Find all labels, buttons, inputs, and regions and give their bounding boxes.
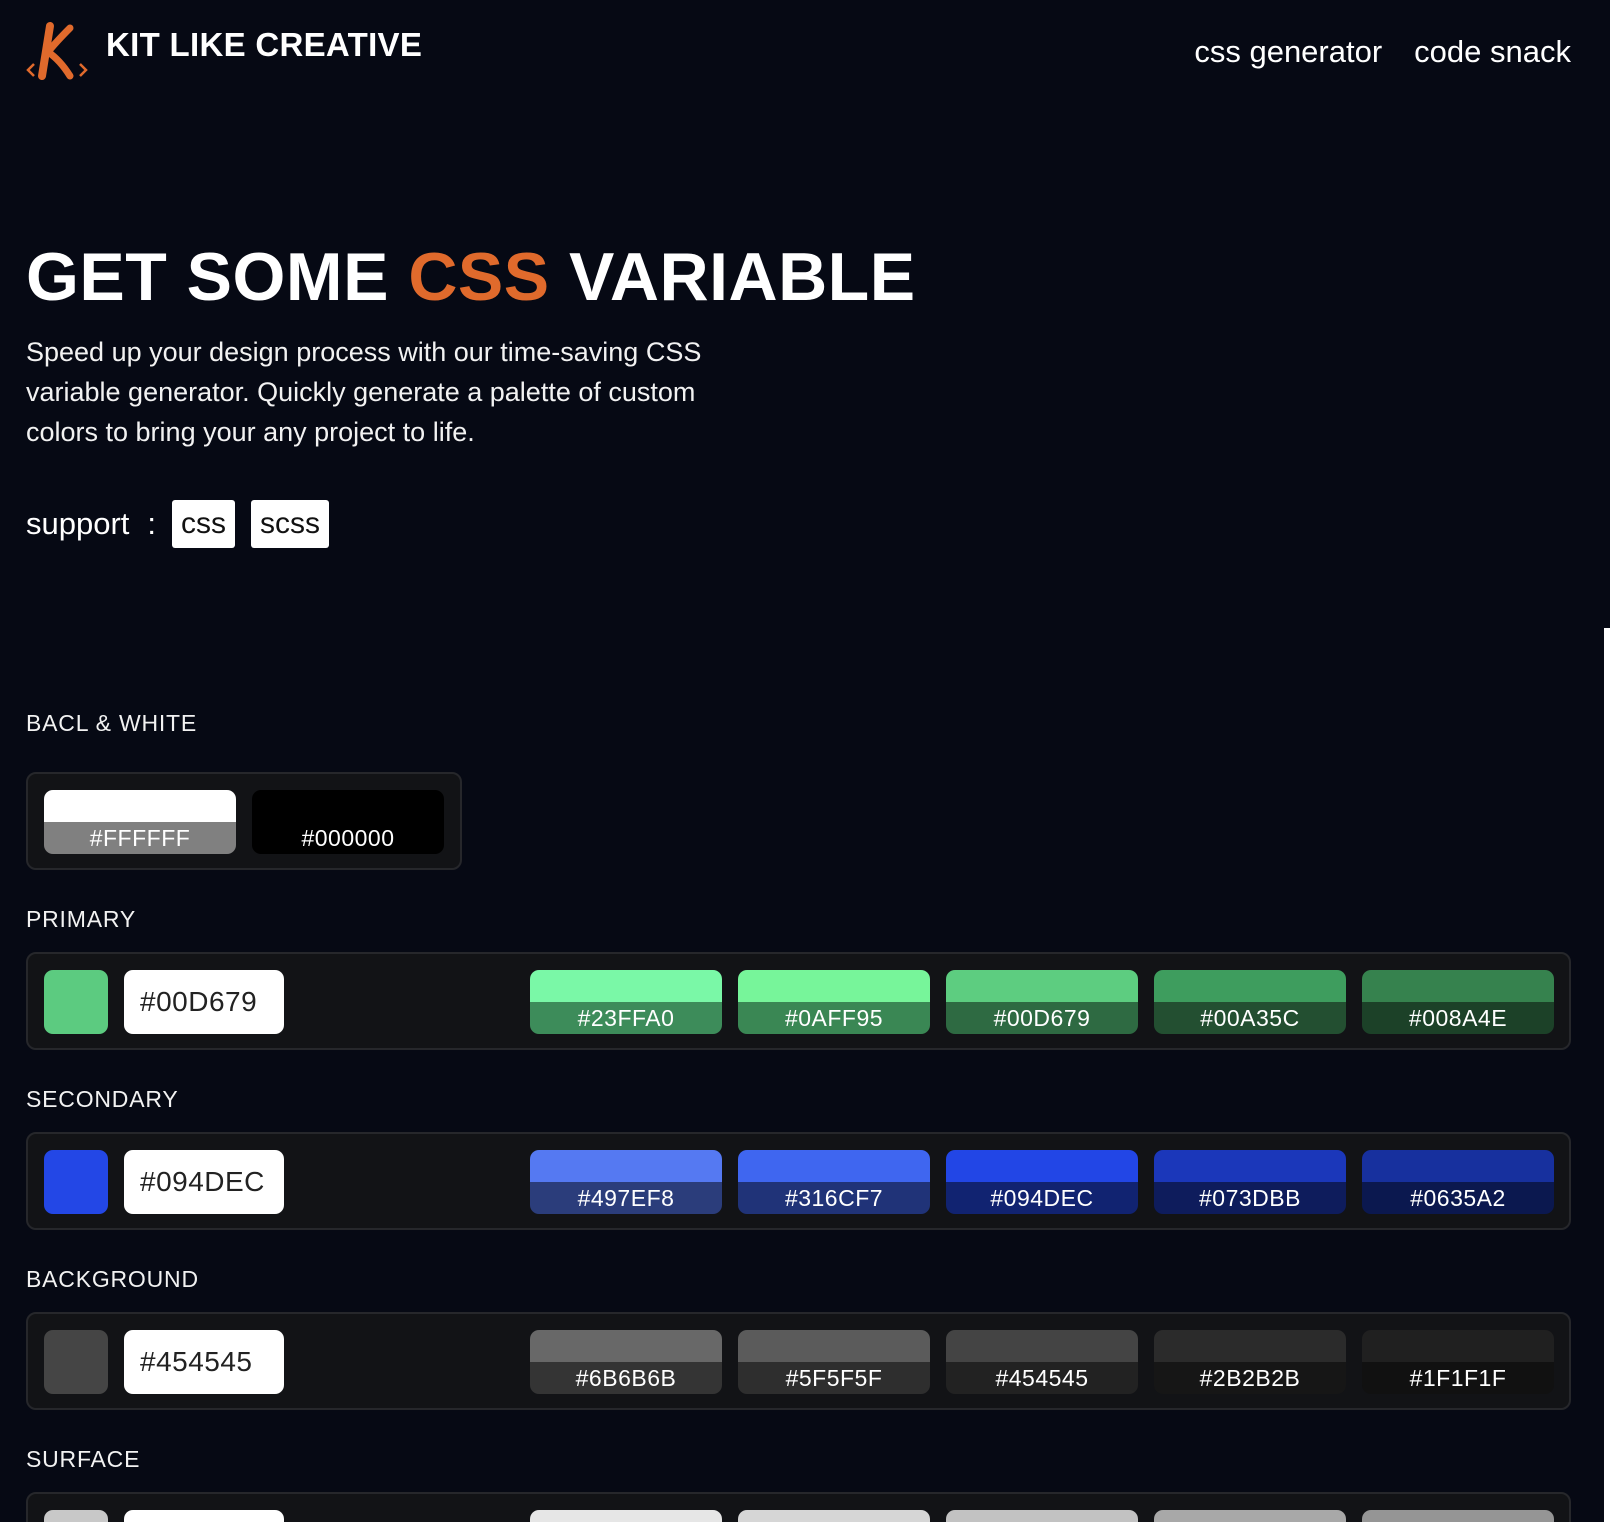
- palette-panel-black-white: #FFFFFF #000000: [26, 772, 462, 870]
- swatch-top: [1362, 1510, 1554, 1522]
- swatch-label: #2B2B2B: [1154, 1362, 1346, 1394]
- site-header: KIT LIKE CREATIVE css generator code sna…: [26, 20, 1571, 90]
- base-color-preview[interactable]: [44, 1330, 108, 1394]
- support-scss-chip[interactable]: scss: [251, 500, 330, 548]
- swatch-top: [738, 970, 930, 1002]
- base-color-preview[interactable]: [44, 1510, 108, 1522]
- base-color-preview[interactable]: [44, 970, 108, 1034]
- swatch-label: #0AFF95: [738, 1002, 930, 1034]
- section-title-secondary: SECONDARY: [26, 1086, 179, 1112]
- top-nav: css generator code snack: [1194, 34, 1571, 70]
- section-title-black-white: BACL & WHITE: [26, 710, 198, 736]
- swatch-top: [946, 1150, 1138, 1182]
- color-swatch[interactable]: #454545: [946, 1330, 1138, 1394]
- color-swatch[interactable]: #1F1F1F: [1362, 1330, 1554, 1394]
- color-swatch[interactable]: #094DEC: [946, 1150, 1138, 1214]
- swatch-top: [946, 1510, 1138, 1522]
- swatch-top: [1154, 1510, 1346, 1522]
- color-swatch[interactable]: #497EF8: [530, 1150, 722, 1214]
- color-swatch[interactable]: #00A35C: [1154, 970, 1346, 1034]
- palette-panel-background: #454545 #6B6B6B #5F5F5F #454545 #2B2B2B …: [26, 1312, 1571, 1410]
- swatch-label: #497EF8: [530, 1182, 722, 1214]
- color-swatch[interactable]: [1362, 1510, 1554, 1522]
- swatch-top: [530, 970, 722, 1002]
- swatch-top: [1154, 970, 1346, 1002]
- swatch-top: [738, 1510, 930, 1522]
- color-swatch[interactable]: #2B2B2B: [1154, 1330, 1346, 1394]
- swatch-top: [252, 790, 444, 822]
- swatch-label: #6B6B6B: [530, 1362, 722, 1394]
- swatch-label: #008A4E: [1362, 1002, 1554, 1034]
- nav-code-snack[interactable]: code snack: [1414, 34, 1571, 70]
- hero-title: GET SOME CSS VARIABLE: [26, 240, 916, 314]
- color-swatch[interactable]: #000000: [252, 790, 444, 854]
- hex-input-primary[interactable]: #00D679: [124, 970, 284, 1034]
- color-swatch[interactable]: #00D679: [946, 970, 1138, 1034]
- hero-title-accent: CSS: [408, 239, 550, 315]
- color-swatch[interactable]: [1154, 1510, 1346, 1522]
- color-swatch[interactable]: #008A4E: [1362, 970, 1554, 1034]
- color-swatch[interactable]: #073DBB: [1154, 1150, 1346, 1214]
- support-label: support: [26, 506, 130, 541]
- swatch-label: #1F1F1F: [1362, 1362, 1554, 1394]
- color-swatch[interactable]: [738, 1510, 930, 1522]
- color-swatch[interactable]: #6B6B6B: [530, 1330, 722, 1394]
- support-colon: :: [147, 506, 157, 541]
- color-swatch[interactable]: #0635A2: [1362, 1150, 1554, 1214]
- color-swatch[interactable]: #316CF7: [738, 1150, 930, 1214]
- color-swatch[interactable]: #FFFFFF: [44, 790, 236, 854]
- page-scrollbar[interactable]: [1604, 628, 1610, 1522]
- swatch-top: [1362, 970, 1554, 1002]
- swatch-label: #454545: [946, 1362, 1138, 1394]
- swatch-label: #23FFA0: [530, 1002, 722, 1034]
- nav-css-generator[interactable]: css generator: [1194, 34, 1382, 70]
- swatch-top: [1154, 1150, 1346, 1182]
- swatch-label: #316CF7: [738, 1182, 930, 1214]
- swatch-top: [946, 970, 1138, 1002]
- swatch-top: [1362, 1150, 1554, 1182]
- color-swatch[interactable]: [946, 1510, 1138, 1522]
- swatch-label: #073DBB: [1154, 1182, 1346, 1214]
- brand-name[interactable]: KIT LIKE CREATIVE: [106, 26, 422, 64]
- kit-like-logo-icon[interactable]: [26, 20, 90, 82]
- palette-panel-surface: [26, 1492, 1571, 1522]
- swatch-label: #094DEC: [946, 1182, 1138, 1214]
- swatch-top: [1154, 1330, 1346, 1362]
- swatch-top: [530, 1330, 722, 1362]
- hex-input-secondary[interactable]: #094DEC: [124, 1150, 284, 1214]
- swatch-label: #0635A2: [1362, 1182, 1554, 1214]
- hero-description: Speed up your design process with our ti…: [26, 337, 702, 447]
- support-css-chip[interactable]: css: [172, 500, 236, 548]
- swatch-label: #5F5F5F: [738, 1362, 930, 1394]
- swatch-label: #00A35C: [1154, 1002, 1346, 1034]
- color-swatch[interactable]: [530, 1510, 722, 1522]
- color-swatch[interactable]: #23FFA0: [530, 970, 722, 1034]
- section-title-background: BACKGROUND: [26, 1266, 199, 1292]
- section-title-primary: PRIMARY: [26, 906, 136, 932]
- hex-input-background[interactable]: #454545: [124, 1330, 284, 1394]
- hero-title-post: VARIABLE: [549, 239, 916, 315]
- swatch-top: [738, 1330, 930, 1362]
- swatch-label: #000000: [252, 822, 444, 854]
- hero-title-pre: GET SOME: [26, 239, 409, 315]
- color-swatch[interactable]: #5F5F5F: [738, 1330, 930, 1394]
- swatch-label: #00D679: [946, 1002, 1138, 1034]
- base-color-preview[interactable]: [44, 1150, 108, 1214]
- swatch-top: [530, 1150, 722, 1182]
- color-swatch[interactable]: #0AFF95: [738, 970, 930, 1034]
- swatch-top: [1362, 1330, 1554, 1362]
- swatch-label: #FFFFFF: [44, 822, 236, 854]
- palette-panel-secondary: #094DEC #497EF8 #316CF7 #094DEC #073DBB …: [26, 1132, 1571, 1230]
- palette-panel-primary: #00D679 #23FFA0 #0AFF95 #00D679 #00A35C …: [26, 952, 1571, 1050]
- swatch-top: [44, 790, 236, 822]
- swatch-top: [530, 1510, 722, 1522]
- swatch-top: [946, 1330, 1138, 1362]
- swatch-top: [738, 1150, 930, 1182]
- hex-input-surface[interactable]: [124, 1510, 284, 1522]
- support-row: support : css scss: [26, 500, 345, 548]
- section-title-surface: SURFACE: [26, 1446, 141, 1472]
